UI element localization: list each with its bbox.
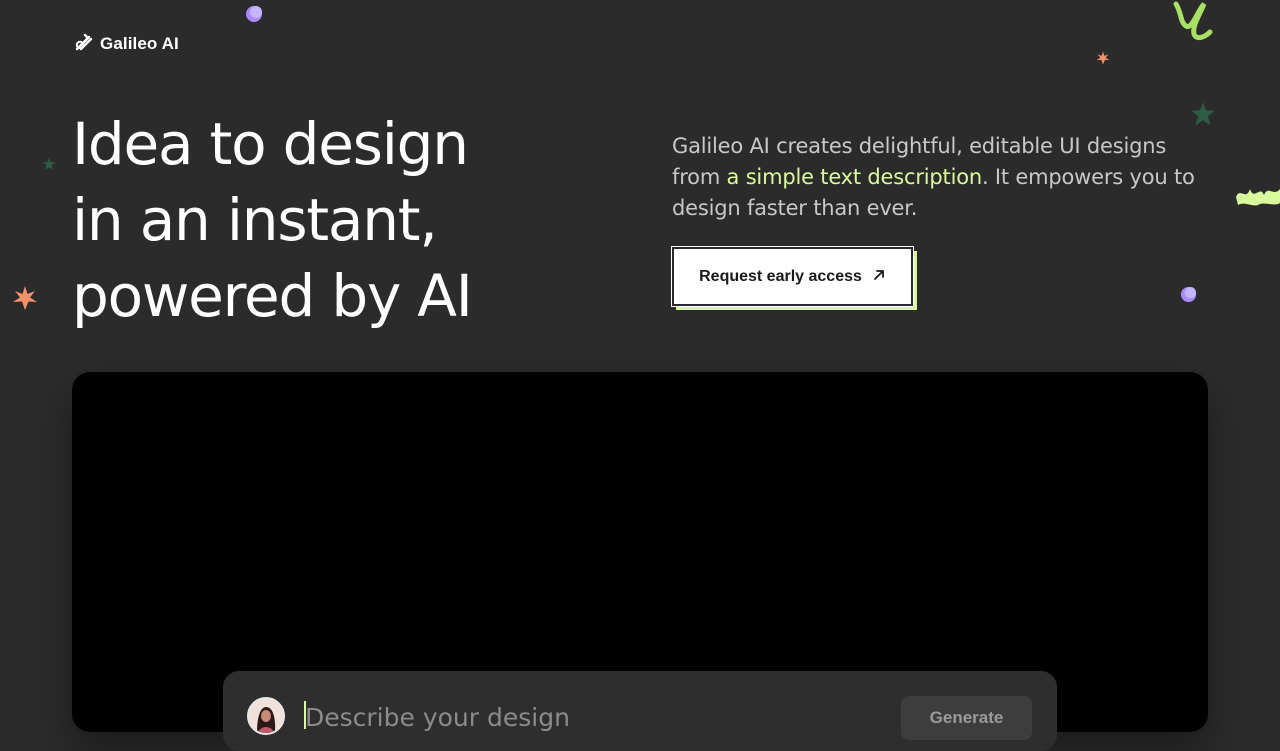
- galileo-logo-icon: [74, 32, 94, 56]
- headline-line-2: in an instant,: [72, 186, 438, 254]
- user-avatar: [247, 697, 285, 735]
- brand-name: Galileo AI: [100, 34, 179, 53]
- prompt-bar: Generate: [223, 671, 1057, 751]
- describe-design-input[interactable]: [305, 699, 865, 735]
- purple-orb-icon: [245, 5, 263, 27]
- arrow-up-right-icon: [872, 267, 886, 286]
- green-star-icon: [42, 156, 56, 175]
- orange-star-icon: [12, 285, 38, 315]
- description-highlight: a simple text description: [726, 165, 983, 189]
- request-early-access-button[interactable]: Request early access: [671, 246, 914, 307]
- brand-logo[interactable]: Galileo AI: [74, 32, 179, 56]
- purple-orb-icon: [1180, 286, 1197, 307]
- headline-line-3: powered by AI: [72, 262, 473, 330]
- request-access-wrapper: Request early access: [671, 246, 917, 310]
- green-star-icon: [1190, 101, 1216, 131]
- hero-description: Galileo AI creates delightful, editable …: [672, 131, 1212, 224]
- lime-brush-stroke-icon: [1234, 181, 1280, 213]
- hero-headline: Idea to design in an instant, powered by…: [72, 106, 473, 334]
- generate-button[interactable]: Generate: [901, 696, 1032, 740]
- cta-label: Request early access: [699, 267, 862, 285]
- lime-squiggle-icon: [1170, 0, 1216, 48]
- headline-line-1: Idea to design: [72, 110, 469, 178]
- orange-star-icon: [1096, 50, 1110, 69]
